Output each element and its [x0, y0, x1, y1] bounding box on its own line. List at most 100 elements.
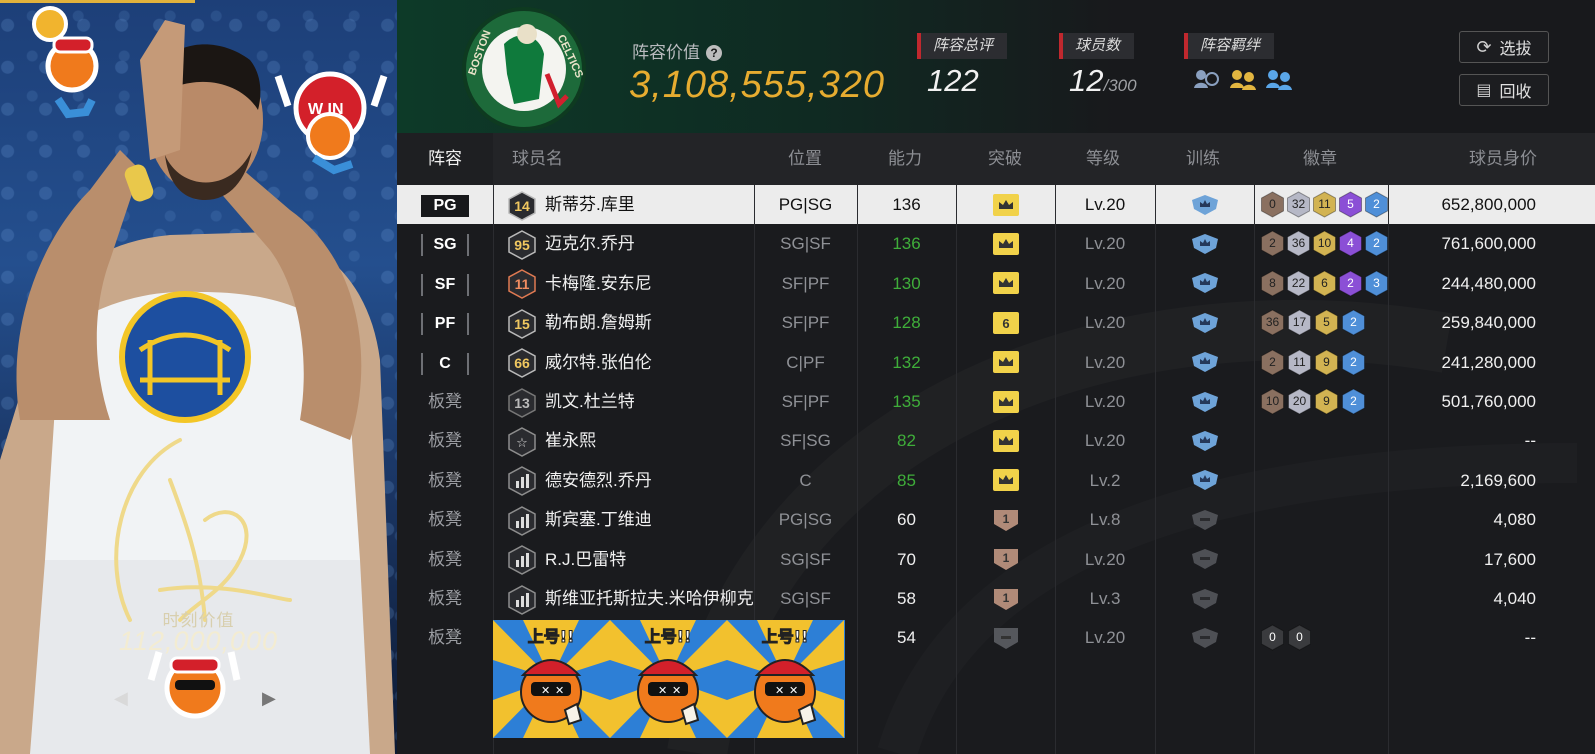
jersey-number-icon: [507, 584, 545, 615]
badge-icon[interactable]: 0: [1260, 624, 1285, 651]
next-player-arrow-icon[interactable]: ▶: [262, 688, 278, 708]
table-row[interactable]: 板凳 德安德烈.乔丹 C 85 Lv.2 2,169,600: [397, 461, 1595, 500]
player-cell[interactable]: R.J.巴雷特: [507, 540, 626, 579]
badge-icon[interactable]: 36: [1260, 309, 1285, 336]
training-icon[interactable]: [1155, 500, 1254, 539]
player-cell[interactable]: 66 威尔特.张伯伦: [507, 343, 652, 382]
training-icon[interactable]: [1155, 461, 1254, 500]
training-icon[interactable]: [1155, 303, 1254, 342]
player-cell[interactable]: 德安德烈.乔丹: [507, 461, 652, 500]
badge-icon[interactable]: 3: [1364, 270, 1388, 297]
badge-count: 0: [1269, 197, 1276, 211]
header-level[interactable]: 等级: [1073, 133, 1133, 185]
training-icon[interactable]: [1155, 579, 1254, 618]
badge-icon[interactable]: 4: [1338, 230, 1362, 257]
breakthrough-icon[interactable]: 1: [956, 500, 1055, 539]
badge-icon[interactable]: 0: [1260, 191, 1284, 218]
promo-banner[interactable]: 上号!! ✕ ✕ 上号!! ✕ ✕ 上号!! ✕ ✕: [493, 620, 845, 738]
badge-icon[interactable]: 17: [1287, 309, 1312, 336]
breakthrough-icon[interactable]: 1: [956, 540, 1055, 579]
bond-icons[interactable]: [1192, 68, 1294, 92]
breakthrough-icon[interactable]: [956, 382, 1055, 421]
header-breakthrough[interactable]: 突破: [975, 133, 1035, 185]
badge-icon[interactable]: 2: [1338, 270, 1362, 297]
table-row[interactable]: 板凳 斯宾塞.丁维迪 PG|SG 60 1 Lv.8 4,080: [397, 500, 1595, 539]
select-button[interactable]: ⟳ 选拔: [1459, 31, 1549, 63]
header-lineup[interactable]: 阵容: [397, 133, 493, 185]
prev-player-arrow-icon[interactable]: ◀: [114, 688, 130, 708]
player-cell[interactable]: 14 斯蒂芬.库里: [507, 185, 635, 224]
breakthrough-icon[interactable]: [956, 618, 1055, 657]
badge-icon[interactable]: 5: [1314, 309, 1339, 336]
header-value[interactable]: 球员身价: [1437, 133, 1537, 185]
badge-icon[interactable]: 10: [1312, 230, 1336, 257]
breakthrough-icon[interactable]: [956, 185, 1055, 224]
badge-icon[interactable]: 11: [1312, 191, 1336, 218]
badge-icon[interactable]: 9: [1314, 349, 1339, 376]
player-cell[interactable]: 13 凯文.杜兰特: [507, 382, 635, 421]
player-level: Lv.20: [1084, 628, 1126, 648]
bond-blue-icon[interactable]: [1264, 68, 1294, 92]
table-row[interactable]: PF 15 勒布朗.詹姆斯 SF|PF 128 6 Lv.20 36 17 5 2 25…: [397, 303, 1595, 342]
table-row[interactable]: 板凳 R.J.巴雷特 SG|SF 70 1 Lv.20 17,600: [397, 540, 1595, 579]
header-ability[interactable]: 能力: [875, 133, 935, 185]
header-training[interactable]: 训练: [1173, 133, 1233, 185]
player-cell[interactable]: ☆ 崔永熙: [507, 421, 596, 460]
badge-icon[interactable]: 32: [1286, 191, 1310, 218]
table-row[interactable]: C 66 威尔特.张伯伦 C|PF 132 Lv.20 2 11 9 2 241,280…: [397, 343, 1595, 382]
breakthrough-icon[interactable]: [956, 264, 1055, 303]
player-cell[interactable]: 斯宾塞.丁维迪: [507, 500, 652, 539]
help-icon[interactable]: ?: [706, 45, 722, 61]
training-icon[interactable]: [1155, 224, 1254, 263]
badge-icon[interactable]: 9: [1314, 388, 1339, 415]
table-row[interactable]: 板凳 斯维亚托斯拉夫.米哈伊柳克 SG|SF 58 1 Lv.3 4,040: [397, 579, 1595, 618]
header-position[interactable]: 位置: [775, 133, 835, 185]
player-card[interactable]: W IN 时刻价值 112,000,000 ◀ ▶: [0, 0, 397, 754]
badge-icon[interactable]: 2: [1364, 230, 1388, 257]
player-cell[interactable]: 11 卡梅隆.安东尼: [507, 264, 652, 303]
player-cell[interactable]: 斯维亚托斯拉夫.米哈伊柳克: [507, 579, 754, 618]
table-row[interactable]: SF 11 卡梅隆.安东尼 SF|PF 130 Lv.20 8 22 6 2 3 244,…: [397, 264, 1595, 303]
badge-icon[interactable]: 2: [1260, 349, 1285, 376]
badge-icon[interactable]: 2: [1364, 191, 1388, 218]
breakthrough-icon[interactable]: 1: [956, 579, 1055, 618]
badge-icon[interactable]: 2: [1260, 230, 1284, 257]
breakthrough-icon[interactable]: [956, 461, 1055, 500]
training-icon[interactable]: [1155, 264, 1254, 303]
badge-icon[interactable]: 6: [1312, 270, 1336, 297]
training-icon[interactable]: [1155, 618, 1254, 657]
bond-gold-icon[interactable]: [1228, 68, 1258, 92]
badge-icon[interactable]: 5: [1338, 191, 1362, 218]
table-row[interactable]: 板凳 ☆ 崔永熙 SF|SG 82 Lv.20 --: [397, 421, 1595, 460]
training-icon[interactable]: [1155, 540, 1254, 579]
header-player[interactable]: 球员名: [512, 133, 563, 185]
badge-icon[interactable]: 8: [1260, 270, 1284, 297]
table-row[interactable]: PG 14 斯蒂芬.库里 PG|SG 136 Lv.20 0 32 11 5 2 652,…: [397, 185, 1595, 225]
training-icon[interactable]: [1155, 343, 1254, 382]
table-row[interactable]: SG 95 迈克尔.乔丹 SG|SF 136 Lv.20 2 36 10 4 2 761,…: [397, 224, 1595, 263]
badge-icon[interactable]: 36: [1286, 230, 1310, 257]
badge-group: [1260, 540, 1388, 579]
badge-icon[interactable]: 11: [1287, 349, 1312, 376]
training-icon[interactable]: [1155, 185, 1254, 224]
player-cell[interactable]: 95 迈克尔.乔丹: [507, 224, 635, 263]
badge-icon[interactable]: 0: [1287, 624, 1312, 651]
table-row[interactable]: 板凳 13 凯文.杜兰特 SF|PF 135 Lv.20 10 20 9 2 501,7…: [397, 382, 1595, 421]
badge-icon[interactable]: 2: [1341, 349, 1366, 376]
header-badges[interactable]: 徽章: [1290, 133, 1350, 185]
recycle-button[interactable]: ▤ 回收: [1459, 74, 1549, 106]
breakthrough-icon[interactable]: [956, 224, 1055, 263]
badge-icon[interactable]: 10: [1260, 388, 1285, 415]
breakthrough-icon[interactable]: [956, 343, 1055, 382]
bond-silver-icon[interactable]: [1192, 68, 1222, 92]
training-icon[interactable]: [1155, 421, 1254, 460]
badge-icon[interactable]: 2: [1341, 309, 1366, 336]
badge-icon[interactable]: 20: [1287, 388, 1312, 415]
badge-icon[interactable]: 22: [1286, 270, 1310, 297]
player-level: Lv.20: [1084, 549, 1126, 569]
badge-icon[interactable]: 2: [1341, 388, 1366, 415]
player-cell[interactable]: 15 勒布朗.詹姆斯: [507, 303, 652, 342]
breakthrough-icon[interactable]: 6: [956, 303, 1055, 342]
training-icon[interactable]: [1155, 382, 1254, 421]
breakthrough-icon[interactable]: [956, 421, 1055, 460]
